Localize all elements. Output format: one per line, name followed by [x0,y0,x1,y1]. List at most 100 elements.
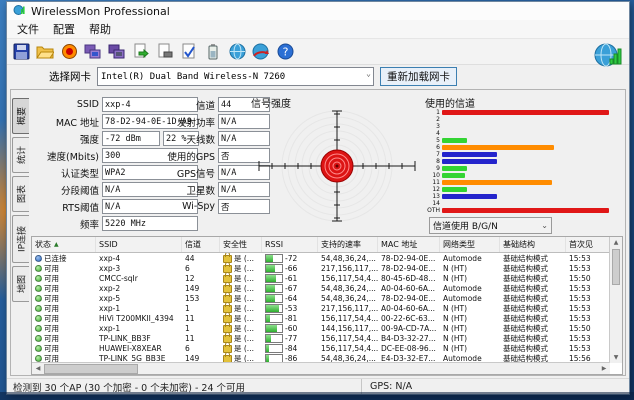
table-row[interactable]: 可用HiVi T200MKII_439411是 (...-81156,117,5… [32,313,610,323]
menu-item-3[interactable]: 帮助 [82,20,118,38]
cell-first-seen: 15:53 [566,284,610,293]
sidebar-tab-ip-connections[interactable]: IP连接 [12,215,29,263]
cell-ssid: xxp-2 [96,284,182,293]
field-label: 天线数 [153,132,215,146]
column-header-1[interactable]: 状态▲ [32,237,96,252]
cell-rssi: -60 [262,324,318,333]
signal-strength-title: 信号强度 [251,95,423,107]
help-icon[interactable]: ? [274,41,296,63]
cell-rssi: -84 [262,344,318,353]
adapter-row: 选择网卡 Intel(R) Dual Band Wireless-N 7260 … [7,65,629,88]
chevron-down-icon: ⌄ [541,221,548,230]
sidebar-tab-label: 图表 [15,185,28,203]
table-row[interactable]: 可用xxp-5153是 (...-6454,48,36,24,...78-D2-… [32,293,610,303]
column-header-5[interactable]: RSSI [262,237,318,252]
signal-radar-plot [251,107,423,227]
remove-page-icon[interactable] [154,41,176,63]
adapter-value: Intel(R) Dual Band Wireless-N 7260 [101,72,285,82]
channel-label: 4 [425,130,442,137]
column-header-7[interactable]: MAC 地址 [378,237,440,252]
table-row[interactable]: 可用xxp-2149是 (...-6754,48,36,24,...A0-04-… [32,283,610,293]
channel-usage-bar [442,145,554,150]
table-row[interactable]: 可用TP-LINK_BB3F11是 (...-77156,117,54,4...… [32,333,610,343]
column-header-10[interactable]: 首次见 [566,237,610,252]
sidebar-tab-graphs[interactable]: 图表 [12,176,29,212]
column-header-4[interactable]: 安全性 [220,237,262,252]
horizontal-scrollbar[interactable]: ◀ ▶ [32,362,610,374]
title-bar[interactable]: WirelessMon Professional [7,2,629,20]
table-row[interactable]: 可用xxp-11是 (...-53217,156,117,...A0-04-60… [32,303,610,313]
network-card-copy-icon[interactable] [106,41,128,63]
verify-page-icon[interactable] [178,41,200,63]
cell-ssid: xxp-3 [96,264,182,273]
menu-item-1[interactable]: 文件 [10,20,46,38]
field-label: 发射功率 [153,115,215,129]
vertical-scroll-track[interactable] [610,286,622,352]
sidebar-tab-map[interactable]: 地图 [12,266,29,302]
web-icon[interactable] [226,41,248,63]
rssi-value: -61 [285,274,297,283]
cell-channel: 11 [182,334,220,343]
main-panel: 概要统计图表IP连接地图 SSIDxxp-4MAC 地址78-D2-94-0E-… [10,89,626,376]
save-icon[interactable] [10,41,32,63]
scroll-down-icon[interactable]: ▼ [610,352,622,363]
cell-mac: 00-9A-CD-7A... [378,324,440,333]
channel-label: 13 [425,193,442,200]
scroll-right-icon[interactable]: ▶ [598,365,610,372]
vertical-scroll-thumb[interactable] [612,249,620,285]
channel-mode-select[interactable]: 信道使用 B/G/N ⌄ [429,217,552,234]
channel-label: 9 [425,165,442,172]
rssi-value: -67 [285,284,297,293]
battery-icon[interactable] [202,41,224,63]
cell-ssid: CMCC-sqIr [96,274,182,283]
field-label: Wi-Spy [153,201,215,212]
web-refresh-icon[interactable] [250,41,272,63]
export-page-icon[interactable] [130,41,152,63]
network-card-icon[interactable] [82,41,104,63]
status-icon [35,335,42,342]
table-row[interactable]: 可用xxp-11是 (...-60144,156,117,...00-9A-CD… [32,323,610,333]
signal-strength-panel: 信号强度 [251,95,423,227]
open-folder-icon[interactable] [34,41,56,63]
record-icon[interactable] [58,41,80,63]
rssi-value: -53 [285,304,297,313]
table-row[interactable]: 可用HUAWEI-X8XEAR6是 (...-84156,117,54,4...… [32,343,610,353]
scroll-up-icon[interactable]: ▲ [610,237,622,248]
channel-label: 14 [425,200,442,207]
status-icon [35,325,42,332]
cell-ssid: xxp-1 [96,324,182,333]
column-header-2[interactable]: SSID [96,237,182,252]
column-header-3[interactable]: 信道 [182,237,220,252]
table-row[interactable]: 已连接xxp-444是 (...-7254,48,36,24,...78-D2-… [32,253,610,263]
channel-row: 12 [425,186,609,193]
field-label: RTS阈值 [35,200,99,214]
rssi-bar [265,274,283,283]
column-header-8[interactable]: 网络类型 [440,237,500,252]
channel-usage-bar [442,180,552,185]
channel-label: 3 [425,123,442,130]
status-icon [35,255,42,262]
channel-usage-bar [442,173,465,178]
channel-row: 7 [425,151,609,158]
adapter-select[interactable]: Intel(R) Dual Band Wireless-N 7260 ⌄ [97,67,374,86]
channel-usage-bar [442,166,467,171]
table-row[interactable]: 可用xxp-36是 (...-66217,156,117,...78-D2-94… [32,263,610,273]
column-header-6[interactable]: 支持的速率 [318,237,378,252]
vertical-scrollbar[interactable]: ▲ ▼ [609,237,622,363]
menu-item-2[interactable]: 配置 [46,20,82,38]
adapter-label: 选择网卡 [49,69,91,84]
field-label: 强度 [35,132,99,146]
sidebar-tab-summary[interactable]: 概要 [12,98,29,134]
column-header-9[interactable]: 基础结构 [500,237,566,252]
cell-net-type: Automode [440,294,500,303]
cell-net-type: Automode [440,254,500,263]
cell-channel: 44 [182,254,220,263]
field-value: -72 dBm [102,131,160,146]
scroll-left-icon[interactable]: ◀ [32,365,44,372]
cell-rates: 156,117,54,4... [318,274,378,283]
table-row[interactable]: 可用CMCC-sqIr12是 (...-61156,117,54,4...80-… [32,273,610,283]
sidebar-tab-statistics[interactable]: 统计 [12,137,29,173]
channel-label: 8 [425,158,442,165]
horizontal-scroll-thumb[interactable] [44,364,138,374]
reload-adapter-button[interactable]: 重新加载网卡 [380,67,457,86]
